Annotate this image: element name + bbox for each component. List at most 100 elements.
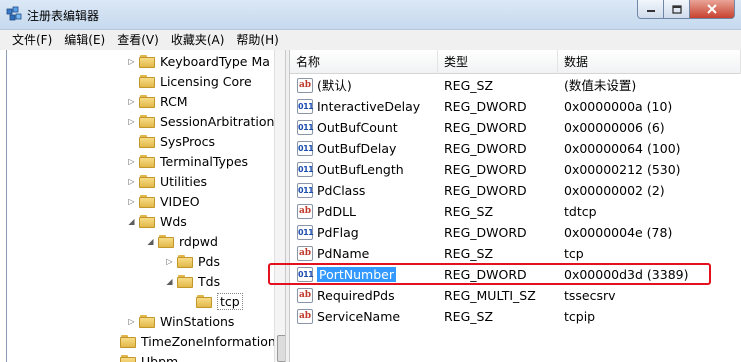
expand-arrow-icon[interactable]: ▷ (127, 157, 136, 166)
tree-item[interactable]: ▷ VIDEO (127, 191, 200, 211)
tree-item[interactable]: ▷ RCM (127, 91, 187, 111)
value-name-text: OutBufCount (317, 120, 398, 135)
tree-item-label: SessionArbitration (160, 113, 275, 129)
title-bar: 注册表编辑器 (0, 0, 741, 29)
tree-item[interactable]: ◢ Tds (165, 271, 220, 291)
column-data-header[interactable]: 数据 (558, 50, 741, 74)
close-button[interactable] (690, 0, 735, 19)
list-row[interactable]: 011 OutBufCount REG_DWORD 0x00000006 (6) (290, 117, 741, 138)
list-row[interactable]: 011 InteractiveDelay REG_DWORD 0x0000000a (… (290, 96, 741, 117)
collapse-arrow-icon[interactable]: ◢ (146, 237, 155, 246)
tree-item-label: VIDEO (160, 193, 200, 209)
value-name: OutBufLength (317, 159, 404, 180)
column-type-header[interactable]: 类型 (438, 50, 558, 74)
value-data: (数值未设置) (564, 78, 637, 93)
expand-arrow-icon[interactable]: ▷ (127, 177, 136, 186)
value-name-text: ServiceName (317, 309, 401, 324)
value-type: REG_DWORD (444, 141, 527, 156)
binary-value-icon: 011 (297, 162, 314, 177)
list-row[interactable]: 011 PdFlag REG_DWORD 0x0000004e (78) (290, 222, 741, 243)
value-type: REG_DWORD (444, 120, 527, 135)
tree-item[interactable]: ◢ rdpwd (146, 231, 218, 251)
tree-item[interactable]: ▷ Pds (165, 251, 220, 271)
value-name: InteractiveDelay (317, 96, 420, 117)
menu-favorites[interactable]: 收藏夹(A) (165, 31, 231, 50)
tree-item[interactable]: ▷ SessionArbitration (127, 111, 274, 131)
value-type: REG_SZ (444, 78, 494, 93)
string-value-icon: ab (297, 288, 313, 303)
value-name: RequiredPds (317, 285, 395, 306)
folder-icon (139, 74, 155, 88)
value-name: OutBufCount (317, 117, 398, 138)
list-row[interactable]: ab PdDLL REG_SZ tdtcp (290, 201, 741, 222)
value-name: OutBufDelay (317, 138, 396, 159)
tree-item-label: rdpwd (179, 233, 218, 249)
binary-value-icon: 011 (297, 225, 314, 240)
tree-item[interactable]: TimeZoneInformation (108, 331, 276, 351)
value-type: REG_MULTI_SZ (444, 288, 536, 303)
expand-arrow-icon[interactable]: ▷ (165, 257, 174, 266)
value-data: 0x00000006 (6) (564, 120, 665, 135)
folder-icon (196, 294, 212, 308)
column-name-header[interactable]: 名称 (290, 50, 438, 74)
tree-item-label: KeyboardType Ma (160, 53, 270, 69)
tree-item-label: TerminalTypes (160, 153, 249, 169)
expand-arrow-icon[interactable]: ▷ (127, 117, 136, 126)
list-row[interactable]: ab (默认) REG_SZ (数值未设置) (290, 75, 741, 96)
expand-arrow-icon[interactable]: ▷ (127, 97, 136, 106)
collapse-arrow-icon[interactable]: ◢ (165, 277, 174, 286)
highlight-box (268, 263, 711, 285)
menu-view[interactable]: 查看(V) (111, 31, 165, 50)
menu-bar: 文件(F) 编辑(E) 查看(V) 收藏夹(A) 帮助(H) (0, 29, 741, 50)
tree-item[interactable]: SysProcs (127, 131, 215, 151)
tree-item[interactable]: ◢ Wds (127, 211, 186, 231)
list-row[interactable]: ab PdName REG_SZ tcp (290, 243, 741, 264)
list-row[interactable]: 011 PdClass REG_DWORD 0x00000002 (2) (290, 180, 741, 201)
tree-item-label: Utilities (160, 173, 208, 189)
tree-item-label: Licensing Core (160, 73, 252, 89)
expand-arrow-icon[interactable]: ▷ (127, 317, 136, 326)
menu-help[interactable]: 帮助(H) (230, 31, 284, 50)
tree-item[interactable]: Ubpm (108, 351, 178, 362)
folder-icon (139, 114, 155, 128)
maximize-button[interactable] (664, 0, 690, 19)
value-name-text: RequiredPds (317, 288, 395, 303)
tree-item[interactable]: ▷ Utilities (127, 171, 207, 191)
key-tree: ▷ KeyboardType Ma Licensing Core ▷ RCM ▷ Sessi… (6, 50, 286, 362)
value-name-text: PdFlag (317, 225, 359, 240)
expand-arrow-icon[interactable]: ▷ (127, 197, 136, 206)
tree-item[interactable]: Licensing Core (127, 71, 252, 91)
menu-file[interactable]: 文件(F) (6, 31, 58, 50)
minimize-button[interactable] (637, 0, 664, 19)
tree-item[interactable]: ▷ WinStations (127, 311, 234, 331)
folder-icon (177, 274, 193, 288)
minimize-icon (646, 10, 655, 12)
tree-item[interactable]: ▷ KeyboardType Ma (127, 51, 270, 71)
folder-icon (139, 194, 155, 208)
list-row[interactable]: 011 OutBufDelay REG_DWORD 0x00000064 (100) (290, 138, 741, 159)
string-value-icon: ab (297, 204, 313, 219)
binary-value-icon: 011 (297, 99, 314, 114)
folder-icon (139, 94, 155, 108)
folder-icon (139, 134, 155, 148)
collapse-arrow-icon[interactable]: ◢ (127, 217, 136, 226)
expand-arrow-icon[interactable]: ▷ (127, 57, 136, 66)
tree-item[interactable]: tcp (184, 291, 243, 311)
list-row[interactable]: 011 OutBufLength REG_DWORD 0x00000212 (530) (290, 159, 741, 180)
tree-item-label: tcp (217, 292, 243, 310)
tree-item-label: SysProcs (160, 133, 216, 149)
binary-value-icon: 011 (297, 120, 314, 135)
folder-icon (139, 54, 155, 68)
value-data: tssecsrv (564, 288, 616, 303)
list-row[interactable]: ab ServiceName REG_SZ tcpip (290, 306, 741, 327)
close-icon (707, 4, 717, 14)
value-type: REG_DWORD (444, 183, 527, 198)
menu-edit[interactable]: 编辑(E) (58, 31, 111, 50)
folder-icon (139, 314, 155, 328)
tree-item[interactable]: ▷ TerminalTypes (127, 151, 248, 171)
list-row[interactable]: ab RequiredPds REG_MULTI_SZ tssecsrv (290, 285, 741, 306)
